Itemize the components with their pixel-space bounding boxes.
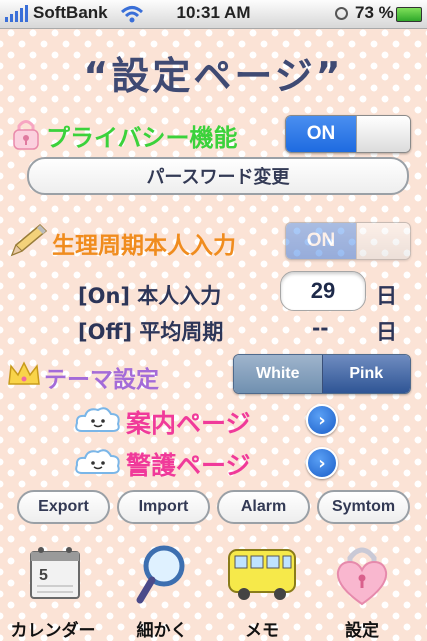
- on-unit: 日: [376, 284, 397, 308]
- tab-details[interactable]: 細かく: [112, 540, 212, 640]
- theme-option-pink[interactable]: Pink: [321, 355, 410, 393]
- tab-calendar[interactable]: 5 カレンダー: [3, 540, 103, 640]
- heart-lock-icon: [336, 547, 388, 606]
- import-button[interactable]: Import: [117, 490, 210, 524]
- change-password-button[interactable]: パースワード変更: [27, 157, 409, 195]
- average-cycle-value: --: [312, 316, 329, 340]
- guide-page-link[interactable]: 案内ページ: [126, 404, 251, 440]
- tab-calendar-label: カレンダー: [10, 621, 96, 640]
- cloud-icon: [75, 449, 120, 474]
- tab-settings-label: 設定: [345, 621, 379, 640]
- lock-icon: [13, 120, 39, 150]
- privacy-label: プライバシー機能: [46, 124, 238, 152]
- security-page-link[interactable]: 警護ページ: [126, 446, 251, 482]
- page-title: “設定ページ”: [83, 54, 344, 98]
- tab-memo[interactable]: メモ: [212, 540, 312, 640]
- status-bar: SoftBank 10:31 AM 73 %: [0, 0, 427, 29]
- crown-icon: [8, 361, 40, 385]
- theme-option-white[interactable]: White: [234, 355, 322, 393]
- toggle-knob: [356, 116, 410, 152]
- symtom-button[interactable]: Symtom: [317, 490, 410, 524]
- tab-settings[interactable]: 設定: [312, 540, 412, 640]
- privacy-toggle[interactable]: ON: [285, 115, 411, 153]
- tab-memo-label: メモ: [245, 621, 279, 640]
- cycle-input-label: 生理周期本人入力: [52, 233, 236, 259]
- cycle-toggle-on: ON: [286, 223, 356, 259]
- battery-percent: 73 %: [355, 3, 394, 22]
- calendar-icon: 5: [30, 547, 80, 599]
- svg-text:5: 5: [39, 567, 48, 584]
- cloud-icon: [75, 407, 120, 432]
- alarm-button[interactable]: Alarm: [217, 490, 310, 524]
- cycle-length-input[interactable]: 29: [280, 271, 366, 311]
- toggle-knob: [356, 223, 410, 259]
- off-row-label: [Off] 平均周期: [78, 320, 224, 344]
- on-row-label: [On] 本人入力: [78, 284, 222, 308]
- battery-icon: [396, 7, 422, 22]
- privacy-toggle-on: ON: [286, 116, 356, 152]
- theme-selector[interactable]: White Pink: [233, 354, 411, 394]
- guide-page-arrow-icon[interactable]: ›: [306, 404, 338, 436]
- cycle-input-toggle[interactable]: ON: [285, 222, 411, 260]
- off-unit: 日: [376, 320, 397, 344]
- tab-details-label: 細かく: [136, 621, 188, 640]
- theme-label: テーマ設定: [44, 367, 159, 393]
- magnifier-icon: [136, 545, 185, 604]
- clock-lock-icon: [335, 7, 348, 20]
- export-button[interactable]: Export: [17, 490, 110, 524]
- pencil-icon: [10, 223, 48, 257]
- security-page-arrow-icon[interactable]: ›: [306, 447, 338, 479]
- bus-icon: [228, 549, 296, 600]
